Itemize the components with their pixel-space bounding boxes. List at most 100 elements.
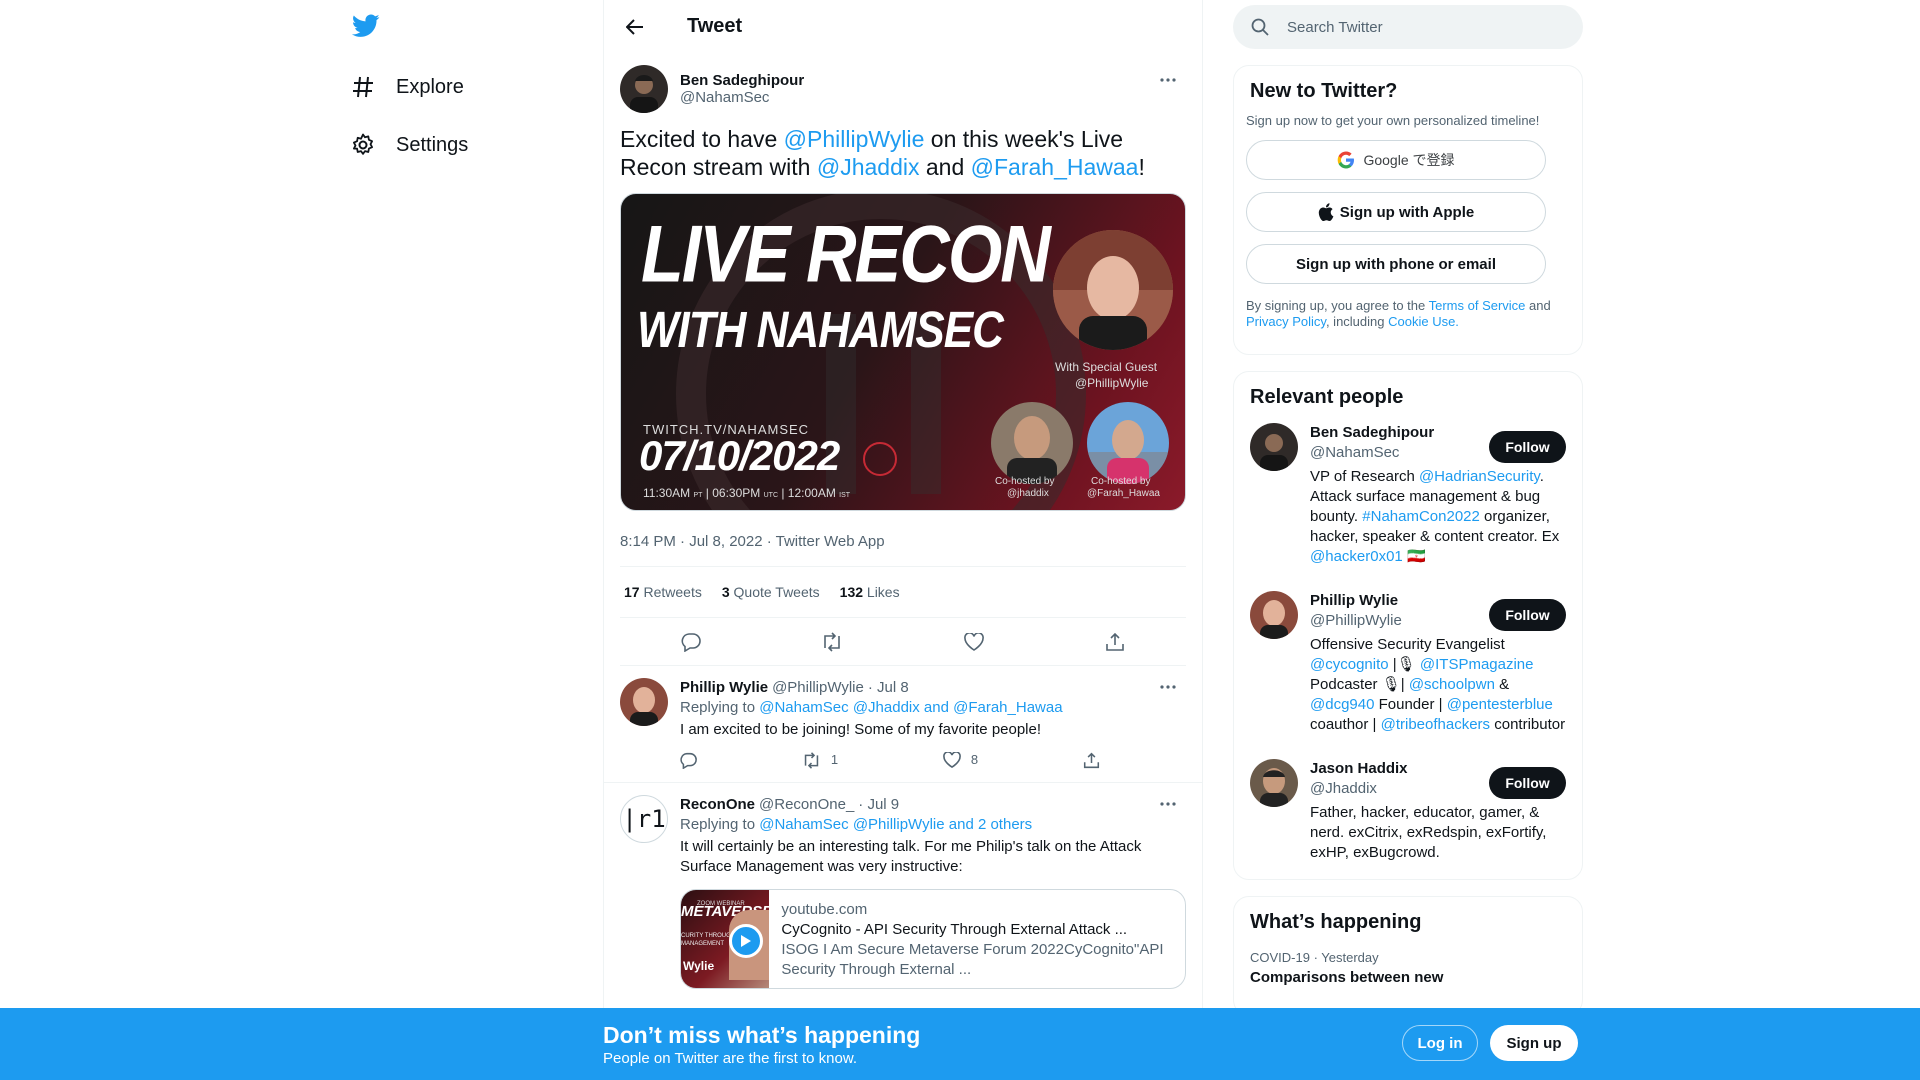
signup-banner: Don’t miss what’s happening People on Tw… (0, 1008, 1920, 1080)
mention-link[interactable]: @Farah_Hawaa (971, 154, 1139, 180)
back-button[interactable] (620, 12, 650, 42)
more-options-button[interactable] (1158, 73, 1178, 87)
link-domain: youtube.com (781, 901, 868, 918)
bio-mention[interactable]: @hacker0x01 (1310, 548, 1403, 565)
like-button[interactable] (956, 624, 992, 660)
reply-tweet[interactable]: Phillip Wylie @PhillipWylie · Jul 8 Repl… (604, 666, 1202, 783)
google-signup-button[interactable]: Google で登録 (1246, 140, 1546, 180)
like-button[interactable]: 8 (943, 750, 978, 770)
cohost-label-1: Co-hosted by (995, 476, 1055, 487)
bio-mention[interactable]: @HadrianSecurity (1419, 468, 1540, 485)
mention-link[interactable]: @Jhaddix (817, 154, 920, 180)
bio-mention[interactable]: @ITSPmagazine (1420, 656, 1534, 673)
follow-button[interactable]: Follow (1489, 599, 1566, 631)
main-column: Tweet Ben Sadeghipour @NahamSec Excited … (603, 0, 1203, 1080)
relevant-people-panel: Relevant people Ben Sadeghipour @NahamSe… (1233, 371, 1583, 880)
share-icon (1106, 632, 1125, 651)
share-button[interactable] (1083, 750, 1100, 770)
link-thumbnail: ZOOM WEBINAR METAVERSE CURITY THROUGH EX… (681, 890, 772, 988)
share-button[interactable] (1097, 624, 1133, 660)
likes-stat[interactable]: 132 Likes (840, 584, 900, 600)
new-to-twitter-panel: New to Twitter? Sign up now to get your … (1233, 65, 1583, 355)
terms-link[interactable]: Terms of Service (1429, 298, 1526, 313)
reply-date[interactable]: · Jul 9 (858, 795, 899, 815)
follow-button[interactable]: Follow (1489, 431, 1566, 463)
link-preview-card[interactable]: ZOOM WEBINAR METAVERSE CURITY THROUGH EX… (680, 889, 1186, 989)
tweet-author: Ben Sadeghipour @NahamSec (620, 65, 1186, 113)
reply-date[interactable]: · Jul 8 (868, 678, 909, 698)
reply-author-name[interactable]: ReconOne (680, 795, 755, 815)
person-card[interactable]: Phillip Wylie @PhillipWylie Offensive Se… (1246, 579, 1570, 747)
person-bio: VP of Research @HadrianSecurity. Attack … (1310, 467, 1566, 567)
more-options-button[interactable] (1158, 680, 1178, 694)
privacy-link[interactable]: Privacy Policy (1246, 314, 1326, 329)
more-options-button[interactable] (1158, 797, 1178, 811)
avatar[interactable] (620, 65, 668, 113)
follow-button[interactable]: Follow (1489, 767, 1566, 799)
replying-to: Replying to @NahamSec @Jhaddix and @Fara… (680, 698, 1186, 718)
replying-to-link[interactable]: @NahamSec @Jhaddix and @Farah_Hawaa (759, 699, 1062, 716)
retweet-button[interactable]: 1 (802, 750, 838, 770)
mention-link[interactable]: @PhillipWylie (784, 126, 925, 152)
reply-author-handle[interactable]: @PhillipWylie (772, 678, 864, 698)
bio-text: Offensive Security Evangelist (1310, 636, 1505, 653)
retweet-icon (824, 631, 841, 652)
avatar[interactable] (620, 678, 668, 726)
login-button[interactable]: Log in (1402, 1025, 1478, 1061)
replying-to-link[interactable]: @NahamSec @PhillipWylie and 2 others (759, 816, 1032, 833)
retweets-stat[interactable]: 17 Retweets (624, 584, 702, 600)
stream-date: 07/10/2022 (639, 432, 840, 479)
search-input[interactable] (1287, 18, 1547, 36)
main-tweet: Ben Sadeghipour @NahamSec Excited to hav… (604, 53, 1202, 666)
bio-mention[interactable]: @cycognito (1310, 656, 1389, 673)
tweet-stats: 17 Retweets 3 Quote Tweets 132 Likes (620, 566, 1186, 618)
cohost-label-2: Co-hosted by (1091, 476, 1151, 487)
person-card[interactable]: Jason Haddix @Jhaddix Father, hacker, ed… (1246, 747, 1570, 875)
search-bar[interactable] (1233, 5, 1583, 49)
bio-hashtag[interactable]: #NahamCon2022 (1362, 508, 1480, 525)
nav-item-settings[interactable]: Settings (350, 120, 468, 170)
time-3: 12:00AM (787, 486, 836, 500)
author-name[interactable]: Ben Sadeghipour (680, 72, 804, 89)
cookie-link[interactable]: Cookie Use. (1388, 314, 1459, 329)
tweet-image[interactable]: LIVE RECON WITH NAHAMSEC With Special Gu… (620, 193, 1186, 511)
bio-mention[interactable]: @tribeofhackers (1381, 716, 1490, 733)
reply-author-name[interactable]: Phillip Wylie (680, 678, 768, 698)
avatar[interactable] (1250, 759, 1298, 807)
tweet-timestamp[interactable]: 8:14 PM · Jul 8, 2022 · Twitter Web App (620, 533, 1186, 550)
apple-signup-button[interactable]: Sign up with Apple (1246, 192, 1546, 232)
guest-handle: @PhillipWylie (1075, 376, 1149, 390)
reply-button[interactable] (673, 624, 709, 660)
avatar[interactable] (1250, 423, 1298, 471)
reply-button[interactable] (680, 750, 697, 770)
time-2: 06:30PM (712, 486, 761, 500)
tz-2: UTC (763, 492, 778, 499)
quotes-count: 3 (721, 584, 730, 600)
nav-item-explore[interactable]: Explore (350, 62, 464, 112)
person-card[interactable]: Ben Sadeghipour @NahamSec VP of Research… (1246, 411, 1570, 579)
promo-title-line1: LIVE RECON (641, 209, 1051, 299)
bio-text: & (1494, 676, 1510, 693)
retweet-button[interactable] (814, 624, 850, 660)
phone-email-signup-button[interactable]: Sign up with phone or email (1246, 244, 1546, 284)
reply-author-handle[interactable]: @ReconOne_ (759, 795, 854, 815)
legal-text: , including (1325, 314, 1389, 329)
twitter-bird-icon[interactable] (351, 14, 382, 42)
right-sidebar: New to Twitter? Sign up now to get your … (1233, 0, 1583, 1016)
bio-mention[interactable]: @schoolpwn (1409, 676, 1495, 693)
play-icon (729, 924, 763, 958)
reply-tweet[interactable]: |r1 ReconOne @ReconOne_ · Jul 9 Replying… (604, 783, 1202, 1001)
avatar[interactable]: |r1 (620, 795, 668, 843)
bio-text: Podcaster 🎙| (1310, 676, 1409, 693)
signup-button[interactable]: Sign up (1490, 1025, 1578, 1061)
apple-icon (1318, 203, 1334, 221)
reply-text: I am excited to be joining! Some of my f… (680, 721, 1042, 738)
legal-text: By signing up, you agree to the (1246, 298, 1429, 313)
bio-mention[interactable]: @dcg940 (1310, 696, 1374, 713)
quote-tweets-stat[interactable]: 3 Quote Tweets (722, 584, 820, 600)
trend-time: · Yesterday (1313, 950, 1379, 965)
avatar[interactable] (1250, 591, 1298, 639)
author-handle[interactable]: @NahamSec (680, 89, 804, 106)
bio-mention[interactable]: @pentesterblue (1447, 696, 1553, 713)
trend-headline[interactable]: Comparisons between new (1246, 965, 1570, 990)
